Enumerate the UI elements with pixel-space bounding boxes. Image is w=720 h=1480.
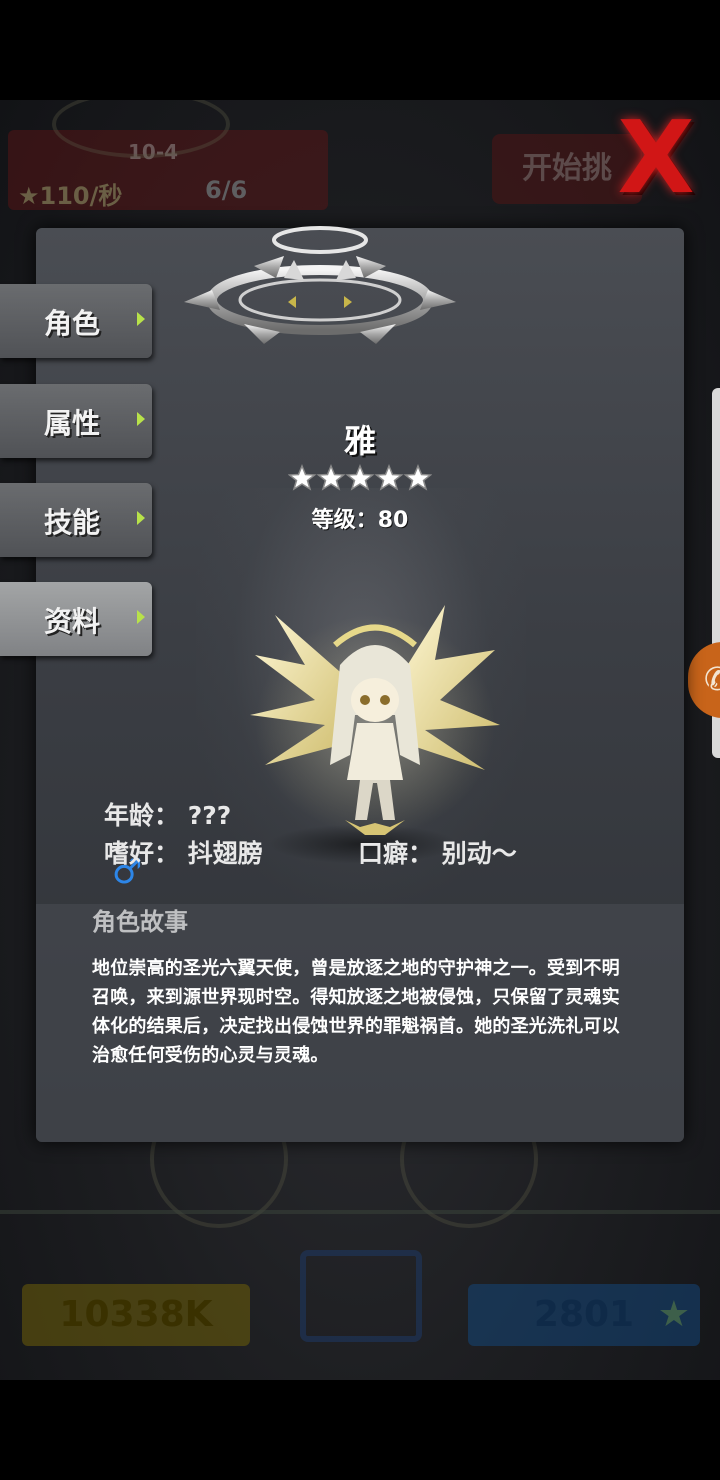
tab-character[interactable]: 角色 [0,284,152,358]
team-count: 6/6 [205,176,248,204]
tab-arrow-icon [137,412,145,426]
star-icon [345,464,375,491]
level-label: 等级： [311,508,378,533]
phone-icon: ✆ [704,660,720,698]
game-screen: 10-4 ★110/秒 6/6 开始挑 10338K 2801 ★ ✆ X 角色… [0,100,720,1380]
close-x-icon[interactable]: X [608,108,704,208]
tab-label: 技能 [44,506,101,539]
star-icon [288,464,317,491]
character-name: 雅 [343,422,376,460]
tab-arrow-icon [137,511,145,525]
hobby-label: 嗜好： [104,839,180,868]
side-round-button: ✆ [688,642,720,718]
character-level: 等级：80 [300,502,420,534]
age-label: 年龄： [104,801,180,830]
halo-emblem-icon [184,226,456,344]
gem-star-icon: ★ [657,1294,690,1335]
level-value: 80 [377,508,409,533]
tab-attributes[interactable]: 属性 [0,384,152,458]
star-icon [316,464,346,491]
tab-skills[interactable]: 技能 [0,483,152,557]
tab-arrow-icon [137,610,145,624]
gem-value: 2801 [533,1294,635,1335]
catchphrase-row: 口癖： 别动～ [358,834,517,870]
background-frame [0,1210,720,1254]
income-rate: ★110/秒 [18,182,123,210]
story-title: 角色故事 [92,908,188,936]
hobby-row: 嗜好： 抖翅膀 [104,834,263,870]
tab-profile[interactable]: 资料 [0,582,152,656]
tab-label: 属性 [44,407,101,440]
catchphrase-value: 别动～ [441,839,517,868]
star-rating [288,464,432,491]
gem-counter: 2801 ★ [468,1284,700,1346]
character-sprite [250,605,500,835]
tab-arrow-icon [137,312,145,326]
hobby-value: 抖翅膀 [187,839,263,868]
age-row: 年龄： ??? [104,796,231,832]
tab-label: 资料 [44,605,101,638]
star-icon [374,464,404,491]
bottom-letterbox [0,1380,720,1480]
story-text: 地位崇高的圣光六翼天使，曾是放逐之地的守护神之一。受到不明召唤，来到源世界现时空… [92,958,620,1066]
gold-counter: 10338K [22,1284,250,1346]
star-icon [403,464,432,491]
shop-cart-icon [300,1250,422,1342]
age-value: ??? [187,801,232,830]
catchphrase-label: 口癖： [358,839,434,868]
tab-label: 角色 [44,307,101,340]
